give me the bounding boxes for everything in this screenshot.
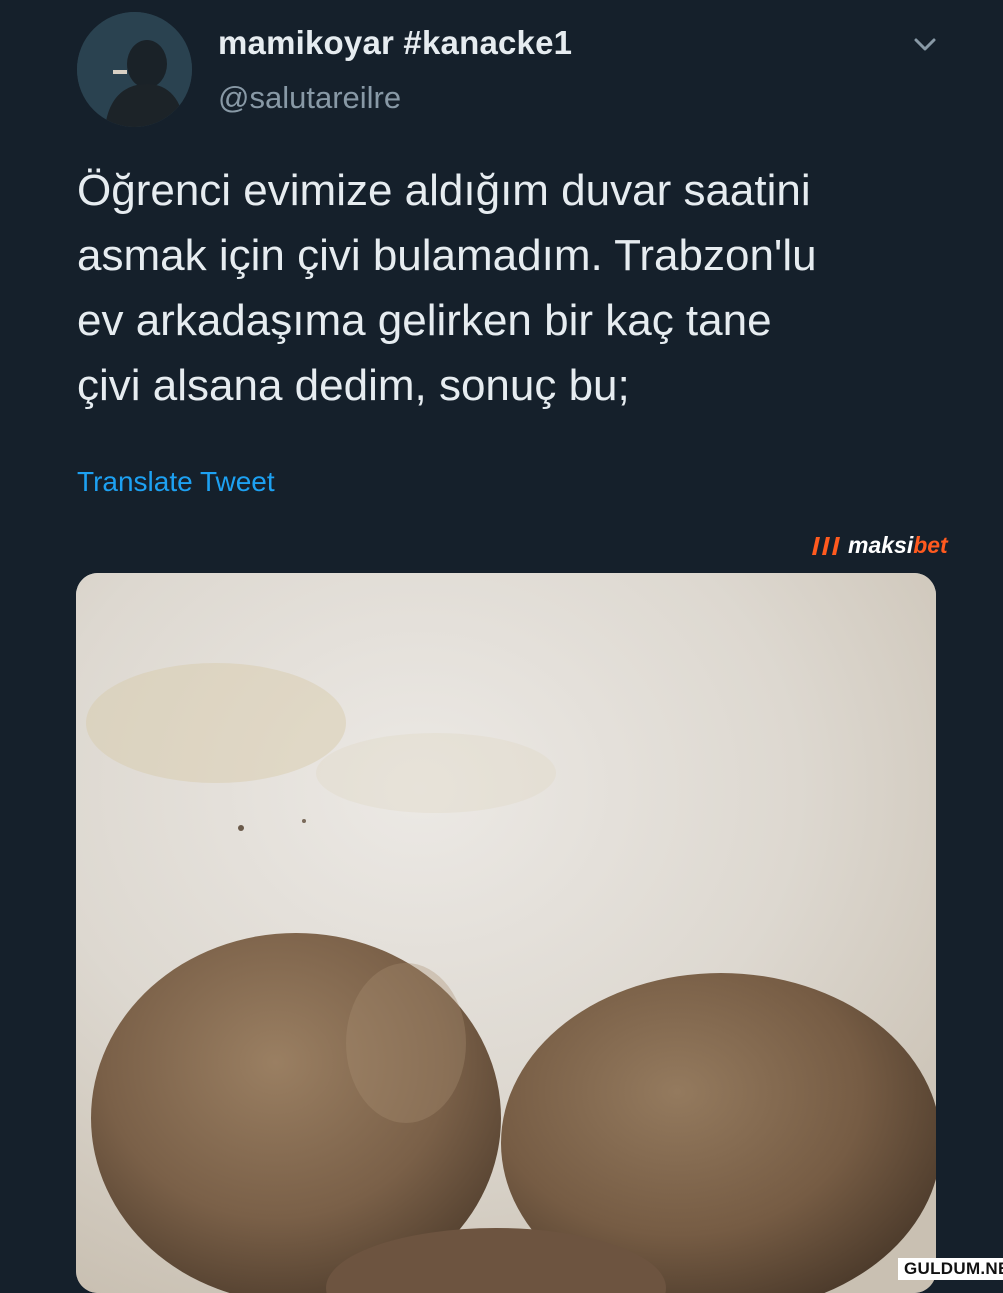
maksibet-logo-icon xyxy=(812,537,840,555)
tweet-media-photo[interactable] xyxy=(76,573,936,1293)
tweet-text-line: asmak için çivi bulamadım. Trabzon'lu xyxy=(77,231,817,280)
translate-tweet-link[interactable]: Translate Tweet xyxy=(77,466,275,498)
site-watermark: GULDUM.NET xyxy=(898,1258,1003,1280)
maksibet-logo: maksibet xyxy=(810,530,948,560)
username-handle[interactable]: @salutareilre xyxy=(218,80,401,116)
brand-suffix: bet xyxy=(913,531,948,558)
maksibet-wordmark: maksibet xyxy=(848,532,948,559)
kiwi-photo xyxy=(76,573,936,1293)
avatar-photo xyxy=(77,12,192,127)
tweet-text-line: ev arkadaşıma gelirken bir kaç tane xyxy=(77,296,772,345)
chevron-down-icon[interactable] xyxy=(907,28,943,62)
brand-prefix: maksi xyxy=(848,531,914,558)
display-name[interactable]: mamikoyar #kanacke1 xyxy=(218,24,572,62)
tweet-text: Öğrenci evimize aldığım duvar saatini as… xyxy=(77,158,957,418)
avatar[interactable] xyxy=(77,12,192,127)
tweet-text-line: çivi alsana dedim, sonuç bu; xyxy=(77,361,630,410)
tweet-text-line: Öğrenci evimize aldığım duvar saatini xyxy=(77,166,811,215)
